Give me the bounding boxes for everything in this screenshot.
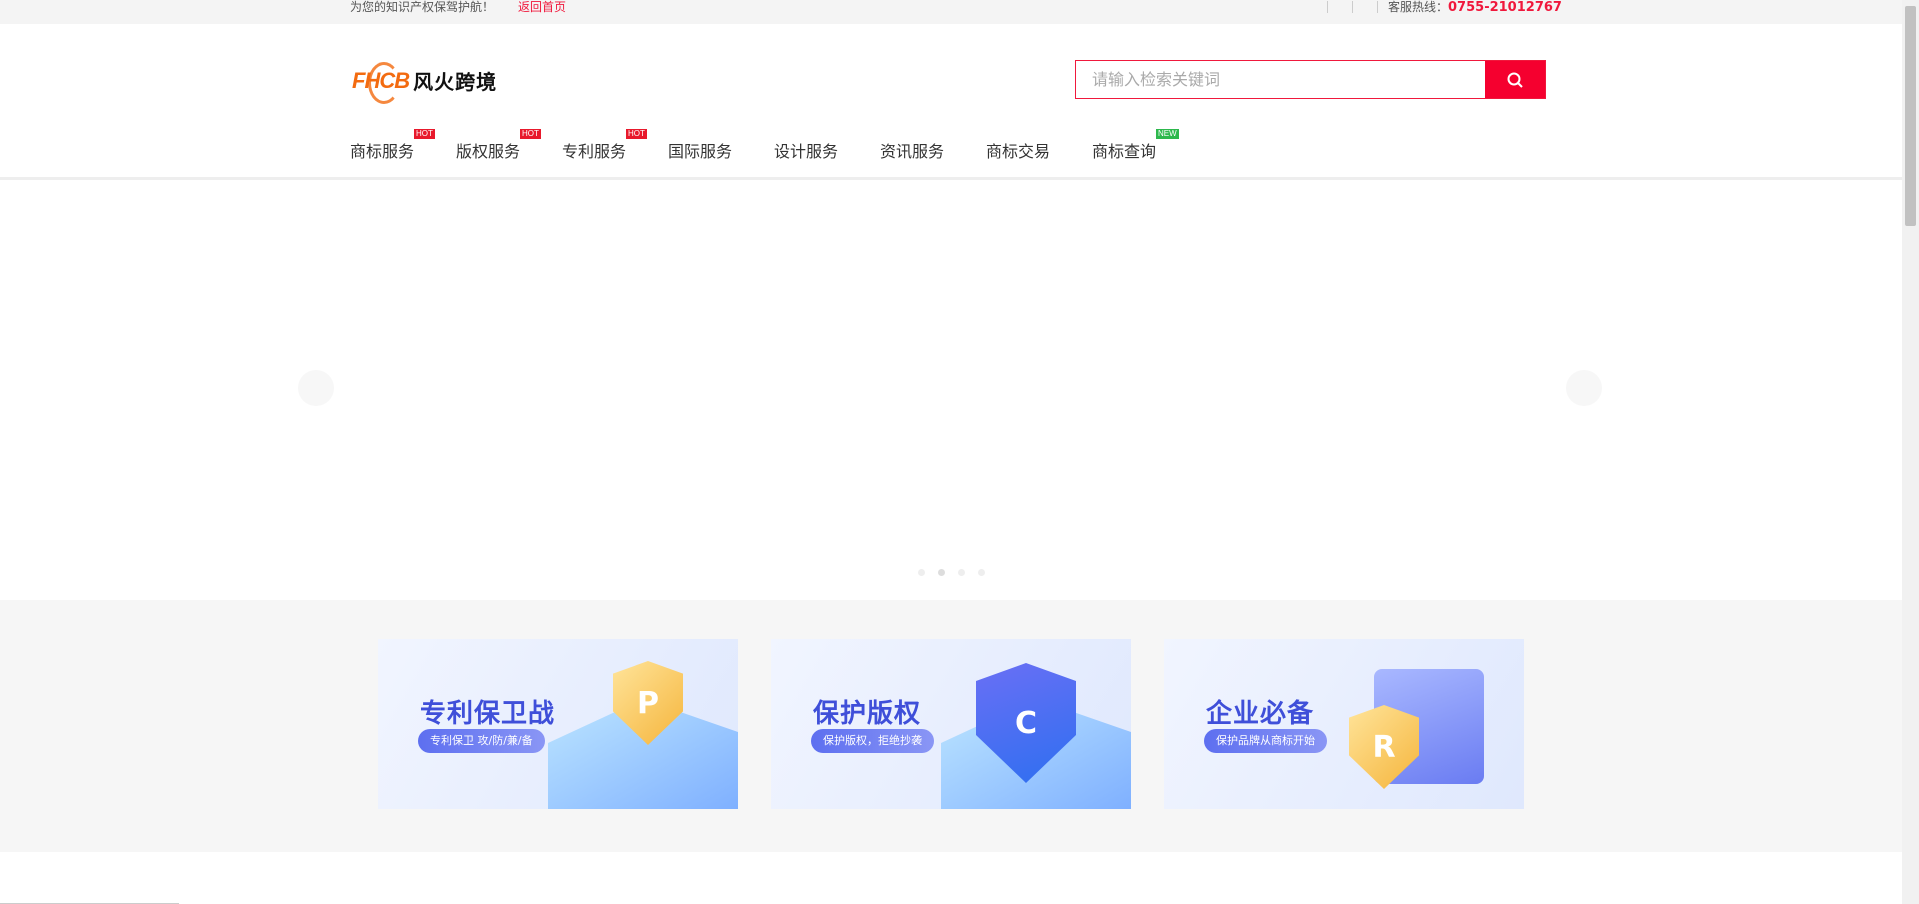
header: FHCB 风火跨境 商标服务 HOT 版权服务 HOT 专利服务 HOT 国际服务 设… <box>0 24 1902 180</box>
carousel-dot[interactable] <box>978 569 985 576</box>
hot-badge: HOT <box>414 129 435 139</box>
nav-label: 资讯服务 <box>880 142 945 161</box>
hotline-number: 0755-21012767 <box>1448 0 1562 15</box>
main-nav: 商标服务 HOT 版权服务 HOT 专利服务 HOT 国际服务 设计服务 资讯服务 商… <box>350 129 1198 162</box>
banner-carousel <box>0 180 1902 600</box>
hotline-label: 客服热线： <box>1388 0 1449 14</box>
carousel-dot[interactable] <box>958 569 965 576</box>
nav-international-service[interactable]: 国际服务 <box>668 138 774 162</box>
divider <box>1352 1 1353 13</box>
nav-label: 设计服务 <box>774 142 839 161</box>
promo-card-copyright[interactable]: C 保护版权 保护版权，拒绝抄袭 <box>771 639 1131 809</box>
home-link[interactable]: 返回首页 <box>518 0 566 14</box>
promo-card-enterprise[interactable]: R 企业必备 保护品牌从商标开始 <box>1164 639 1524 809</box>
search-box <box>1075 60 1546 99</box>
nav-label: 商标查询 <box>1092 142 1157 161</box>
nav-label: 专利服务 <box>562 142 627 161</box>
carousel-dot-active[interactable] <box>938 569 945 576</box>
promo-pill: 保护版权，拒绝抄袭 <box>811 729 934 753</box>
nav-copyright-service[interactable]: 版权服务 HOT <box>456 129 562 162</box>
nav-patent-service[interactable]: 专利服务 HOT <box>562 129 668 162</box>
nav-label: 版权服务 <box>456 142 521 161</box>
nav-info-service[interactable]: 资讯服务 <box>880 138 986 162</box>
promo-title: 企业必备 <box>1206 699 1315 729</box>
nav-design-service[interactable]: 设计服务 <box>774 138 880 162</box>
promo-pill: 专利保卫 攻/防/兼/备 <box>418 729 545 753</box>
promo-pill: 保护品牌从商标开始 <box>1204 729 1327 753</box>
nav-label: 商标交易 <box>986 142 1051 161</box>
search-button[interactable] <box>1485 61 1545 98</box>
nav-trademark-service[interactable]: 商标服务 HOT <box>350 129 456 162</box>
promo-card-patent[interactable]: P 专利保卫战 专利保卫 攻/防/兼/备 <box>378 639 738 809</box>
scrollbar[interactable] <box>1902 0 1919 904</box>
nav-label: 国际服务 <box>668 142 733 161</box>
hot-badge: HOT <box>626 129 647 139</box>
search-input[interactable] <box>1076 61 1485 98</box>
search-icon <box>1507 72 1523 88</box>
hotline: 客服热线：0755-21012767 <box>1388 0 1562 15</box>
top-bar: 为您的知识产权保驾护航！ 返回首页 客服热线：0755-21012767 <box>0 0 1902 24</box>
promo-section: P 专利保卫战 专利保卫 攻/防/兼/备 C 保护版权 保护版权，拒绝抄袭 R … <box>0 600 1902 852</box>
nav-trademark-search[interactable]: 商标查询 NEW <box>1092 129 1198 162</box>
slogan: 为您的知识产权保驾护航！ <box>350 0 495 14</box>
carousel-prev-button[interactable] <box>298 370 334 406</box>
scrollbar-thumb[interactable] <box>1905 6 1916 226</box>
hot-badge: HOT <box>520 129 541 139</box>
nav-label: 商标服务 <box>350 142 415 161</box>
divider <box>1377 1 1378 13</box>
carousel-dot[interactable] <box>918 569 925 576</box>
carousel-next-button[interactable] <box>1566 370 1602 406</box>
divider <box>1327 1 1328 13</box>
promo-title: 专利保卫战 <box>420 699 556 729</box>
carousel-dots <box>918 569 985 576</box>
logo-mark: FHCB <box>352 61 410 104</box>
nav-trademark-trade[interactable]: 商标交易 <box>986 138 1092 162</box>
promo-title: 保护版权 <box>813 699 922 729</box>
logo[interactable]: FHCB 风火跨境 <box>352 61 498 104</box>
new-badge: NEW <box>1156 129 1179 139</box>
logo-text: 风火跨境 <box>413 70 498 94</box>
